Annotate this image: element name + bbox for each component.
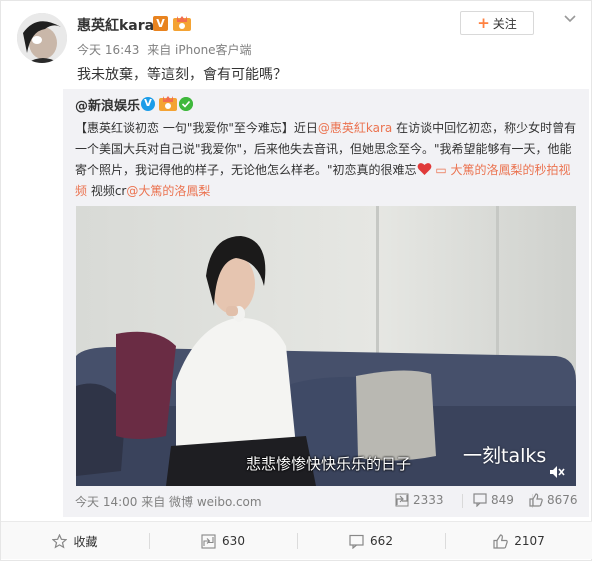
like-action-count: 2107 — [514, 534, 545, 548]
like-count-value: 8676 — [547, 493, 578, 507]
repost-count-value: 2333 — [413, 493, 444, 507]
mute-icon[interactable] — [548, 463, 566, 481]
credit-prefix: 视频cr — [87, 184, 127, 198]
comment-count[interactable]: 849 — [473, 493, 514, 507]
heart-icon — [417, 163, 431, 175]
repost-action-count: 630 — [222, 534, 245, 548]
repost-count[interactable]: 2333 — [395, 493, 444, 507]
post-meta: 今天 16:43 来自 iPhone客户端 — [77, 41, 256, 58]
repost-button[interactable]: 630 — [149, 522, 297, 560]
video-watermark: 一刻talks — [463, 445, 547, 467]
verified-v-icon: V — [141, 97, 155, 111]
follow-label: 关注 — [492, 16, 517, 31]
comment-icon — [473, 493, 487, 507]
like-icon — [493, 533, 508, 549]
comment-count-value: 849 — [491, 493, 514, 507]
level-badge-icon — [159, 96, 177, 111]
favorite-label: 收藏 — [73, 534, 98, 549]
like-icon — [529, 493, 543, 507]
weibo-post-card: 惠英紅kara V 今天 16:43 来自 iPhone客户端 + 关注 我未放… — [0, 0, 592, 561]
comment-icon — [349, 534, 364, 549]
plus-icon: + — [477, 14, 490, 32]
mention-link[interactable]: @惠英紅kara — [318, 121, 392, 135]
favorite-button[interactable]: 收藏 — [1, 522, 149, 560]
like-button[interactable]: 2107 — [445, 522, 592, 560]
post-time[interactable]: 今天 16:43 — [77, 43, 139, 57]
repost-time[interactable]: 今天 14:00 — [75, 495, 137, 509]
repost-text: 【惠英红谈初恋 一句"我爱你"至今难忘】近日@惠英紅kara 在访谈中回忆初恋，… — [75, 118, 581, 202]
post-text: 我未放棄，等這刻，會有可能嗎？ — [77, 67, 287, 83]
verified-badge: V — [153, 16, 168, 31]
post-source: 来自 iPhone客户端 — [147, 43, 252, 57]
repost-icon — [201, 533, 216, 549]
follow-button[interactable]: + 关注 — [460, 11, 534, 35]
star-icon — [52, 533, 68, 549]
video-subtitle: 悲悲惨惨快快乐乐的日子 — [246, 455, 412, 473]
member-check-icon — [179, 97, 193, 111]
username[interactable]: 惠英紅kara — [77, 15, 154, 35]
level-badge-icon — [173, 16, 191, 31]
repost-username[interactable]: @新浪娱乐 — [75, 95, 140, 114]
repost-text-intro: 【惠英红谈初恋 一句"我爱你"至今难忘】近日 — [75, 121, 318, 135]
repost-source: 来自 微博 weibo.com — [141, 495, 262, 509]
video-player[interactable]: 悲悲惨惨快快乐乐的日子 一刻talks — [76, 206, 576, 486]
repost-box: @新浪娱乐 V 【惠英红谈初恋 一句"我爱你"至今难忘】近日@惠英紅kara 在… — [63, 89, 589, 517]
action-bar: 收藏 630 662 2107 — [1, 521, 592, 559]
like-count[interactable]: 8676 — [529, 493, 578, 507]
comment-action-count: 662 — [370, 534, 393, 548]
divider — [462, 494, 463, 508]
credit-mention-link[interactable]: @大篤的洛鳳梨 — [126, 184, 210, 198]
avatar[interactable] — [17, 13, 67, 63]
repost-icon — [395, 493, 409, 507]
repost-meta: 今天 14:00 来自 微博 weibo.com — [75, 493, 262, 510]
comment-button[interactable]: 662 — [297, 522, 445, 560]
chevron-down-icon[interactable] — [563, 13, 577, 25]
